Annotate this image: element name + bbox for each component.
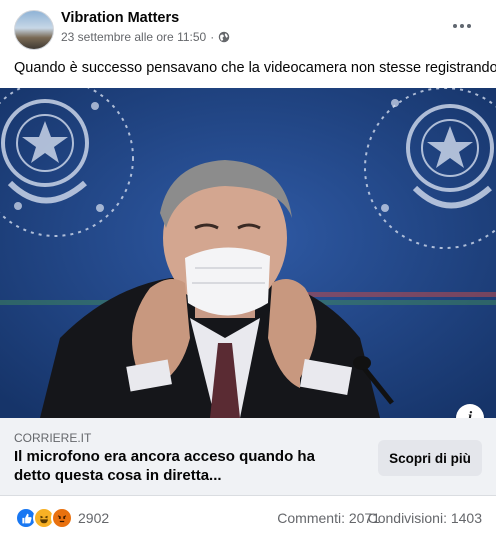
meta-separator: · <box>210 30 215 44</box>
comments-count[interactable]: Commenti: 2071 <box>277 510 380 526</box>
post-header: Vibration Matters 23 settembre alle ore … <box>0 0 496 56</box>
link-title[interactable]: Il microfono era ancora acceso quando ha… <box>14 447 344 485</box>
angry-icon <box>51 507 73 529</box>
photo-illustration <box>0 88 496 418</box>
post-photo[interactable] <box>0 88 496 418</box>
learn-more-button[interactable]: Scopri di più <box>378 440 482 476</box>
page-avatar[interactable] <box>14 10 54 50</box>
globe-icon <box>218 31 230 43</box>
page-name[interactable]: Vibration Matters <box>61 10 179 26</box>
reactions-summary[interactable] <box>15 507 73 529</box>
post-text: Quando è successo pensavano che la video… <box>14 60 496 76</box>
link-domain: CORRIERE.IT <box>14 431 92 445</box>
more-options-icon[interactable] <box>450 18 474 34</box>
post-meta: 23 settembre alle ore 11:50 · <box>61 30 230 44</box>
post-timestamp[interactable]: 23 settembre alle ore 11:50 <box>61 30 206 44</box>
facebook-post: Vibration Matters 23 settembre alle ore … <box>0 0 496 534</box>
shares-count[interactable]: Condivisioni: 1403 <box>368 510 482 526</box>
post-stats: 2902 Commenti: 2071 Condivisioni: 1403 <box>0 496 496 534</box>
link-preview[interactable]: CORRIERE.IT Il microfono era ancora acce… <box>0 418 496 496</box>
reaction-count[interactable]: 2902 <box>78 510 109 526</box>
